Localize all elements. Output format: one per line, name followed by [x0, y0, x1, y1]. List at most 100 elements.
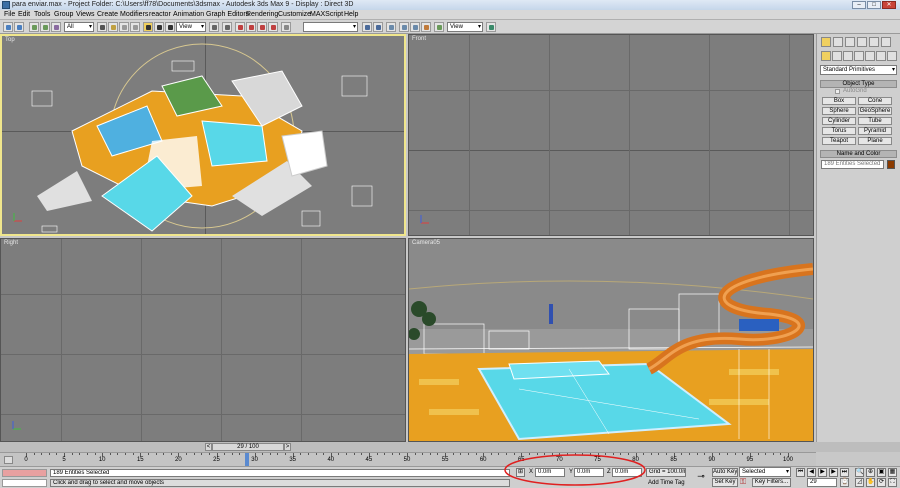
object-name-field[interactable]: 189 Entities Selected: [821, 160, 884, 169]
quick-render-icon[interactable]: [486, 22, 496, 32]
curve-editor-icon[interactable]: [399, 22, 409, 32]
menu-create[interactable]: Create: [97, 11, 118, 19]
pan-view-icon[interactable]: ✋: [866, 478, 875, 487]
object-type-header[interactable]: Object Type: [820, 80, 897, 88]
play-icon[interactable]: ▶: [818, 468, 827, 477]
lights-icon[interactable]: [843, 51, 853, 61]
named-selection-dropdown[interactable]: [303, 22, 358, 32]
time-configuration-icon[interactable]: ⌚: [840, 478, 849, 487]
select-and-link-icon[interactable]: [29, 22, 39, 32]
maxscript-listener-mini[interactable]: [2, 469, 47, 477]
zoom-icon[interactable]: 🔍: [855, 468, 864, 477]
render-type-dropdown[interactable]: View: [447, 22, 483, 32]
menu-reactor[interactable]: reactor: [149, 11, 171, 19]
maximize-button[interactable]: □: [867, 1, 881, 9]
spinner-snap-icon[interactable]: [268, 22, 278, 32]
next-frame-icon[interactable]: ▶: [829, 468, 838, 477]
material-editor-icon[interactable]: [421, 22, 431, 32]
selection-filter-dropdown[interactable]: All: [64, 22, 94, 32]
cylinder-button[interactable]: Cylinder: [822, 117, 856, 125]
viewport-right[interactable]: Right: [0, 238, 406, 442]
undo-icon[interactable]: [3, 22, 13, 32]
menu-modifiers[interactable]: Modifiers: [120, 11, 148, 19]
motion-tab-icon[interactable]: [857, 37, 867, 47]
maximize-viewport-icon[interactable]: ⛶: [888, 478, 897, 487]
menu-rendering[interactable]: Rendering: [246, 11, 278, 19]
plane-button[interactable]: Plane: [858, 137, 892, 145]
mirror-icon[interactable]: [362, 22, 372, 32]
window-crossing-icon[interactable]: [130, 22, 140, 32]
tube-button[interactable]: Tube: [858, 117, 892, 125]
snaps-toggle-icon[interactable]: [235, 22, 245, 32]
align-icon[interactable]: [373, 22, 383, 32]
edit-named-selection-icon[interactable]: [281, 22, 291, 32]
menu-customize[interactable]: Customize: [278, 11, 311, 19]
redo-icon[interactable]: [14, 22, 24, 32]
current-frame-field[interactable]: 29: [807, 478, 837, 487]
menu-views[interactable]: Views: [76, 11, 95, 19]
geometry-icon[interactable]: [821, 51, 831, 61]
layer-manager-icon[interactable]: [386, 22, 396, 32]
systems-icon[interactable]: [887, 51, 897, 61]
geosphere-button[interactable]: GeoSphere: [858, 107, 892, 115]
prev-frame-arrow-icon[interactable]: <: [205, 443, 212, 451]
select-and-manipulate-icon[interactable]: [222, 22, 232, 32]
helpers-icon[interactable]: [865, 51, 875, 61]
primitive-category-dropdown[interactable]: Standard Primitives: [820, 65, 897, 75]
autogrid-checkbox[interactable]: [835, 89, 840, 94]
time-slider[interactable]: 29 / 100: [212, 443, 284, 451]
hierarchy-tab-icon[interactable]: [845, 37, 855, 47]
set-key-button[interactable]: Set Key: [712, 478, 738, 487]
rectangular-selection-icon[interactable]: [119, 22, 129, 32]
menu-tools[interactable]: Tools: [34, 11, 50, 19]
bind-space-warp-icon[interactable]: [51, 22, 61, 32]
create-tab-icon[interactable]: [821, 37, 831, 47]
go-to-start-icon[interactable]: ⏮: [796, 468, 805, 477]
app-icon[interactable]: [2, 1, 10, 9]
modify-tab-icon[interactable]: [833, 37, 843, 47]
torus-button[interactable]: Torus: [822, 127, 856, 135]
select-object-icon[interactable]: [97, 22, 107, 32]
render-scene-icon[interactable]: [434, 22, 444, 32]
menu-maxscript[interactable]: MAXScript: [310, 11, 343, 19]
schematic-view-icon[interactable]: [410, 22, 420, 32]
maxscript-input-mini[interactable]: [2, 479, 47, 487]
angle-snap-icon[interactable]: [246, 22, 256, 32]
teapot-button[interactable]: Teapot: [822, 137, 856, 145]
use-pivot-center-icon[interactable]: [209, 22, 219, 32]
next-frame-arrow-icon[interactable]: >: [284, 443, 291, 451]
orbit-icon[interactable]: ⟳: [877, 478, 886, 487]
display-tab-icon[interactable]: [869, 37, 879, 47]
select-and-rotate-icon[interactable]: [154, 22, 164, 32]
name-and-color-header[interactable]: Name and Color: [820, 150, 897, 158]
box-button[interactable]: Box: [822, 97, 856, 105]
utilities-tab-icon[interactable]: [881, 37, 891, 47]
previous-frame-icon[interactable]: ◀: [807, 468, 816, 477]
menu-file[interactable]: File: [4, 11, 15, 19]
select-and-scale-icon[interactable]: [165, 22, 175, 32]
add-time-tag[interactable]: Add Time Tag: [648, 480, 685, 487]
go-to-end-icon[interactable]: ⏭: [840, 468, 849, 477]
sphere-button[interactable]: Sphere: [822, 107, 856, 115]
shapes-icon[interactable]: [832, 51, 842, 61]
set-key-icon[interactable]: ⚿: [740, 478, 750, 487]
menu-group[interactable]: Group: [54, 11, 73, 19]
cameras-icon[interactable]: [854, 51, 864, 61]
zoom-extents-icon[interactable]: ▣: [877, 468, 886, 477]
auto-key-button[interactable]: Auto Key: [712, 468, 738, 477]
current-frame-marker[interactable]: [244, 453, 249, 466]
zoom-all-icon[interactable]: ⊕: [866, 468, 875, 477]
key-mode-icon[interactable]: ⊸: [694, 471, 708, 481]
menu-help[interactable]: Help: [344, 11, 358, 19]
auto-key-selection-dropdown[interactable]: Selected: [739, 467, 791, 477]
minimize-button[interactable]: –: [852, 1, 866, 9]
object-color-swatch[interactable]: [887, 160, 895, 169]
select-by-name-icon[interactable]: [108, 22, 118, 32]
unlink-icon[interactable]: [40, 22, 50, 32]
zoom-extents-all-icon[interactable]: ▦: [888, 468, 897, 477]
menu-animation[interactable]: Animation: [173, 11, 204, 19]
percent-snap-icon[interactable]: [257, 22, 267, 32]
viewport-camera[interactable]: Camera05: [408, 238, 814, 442]
close-button[interactable]: ✕: [882, 1, 896, 9]
field-of-view-icon[interactable]: ◿: [855, 478, 864, 487]
